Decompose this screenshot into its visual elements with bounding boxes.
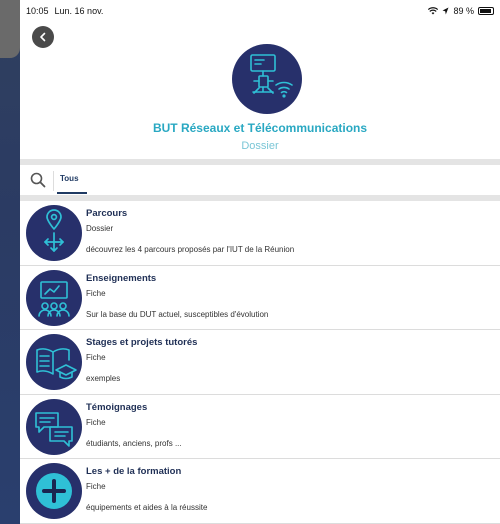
item-type: Fiche [86,353,106,362]
item-description: découvrez les 4 parcours proposés par l'… [86,245,295,254]
list-item-stages[interactable]: Stages et projets tutorés Fiche exemples [20,330,500,395]
book-graduation-icon [26,334,82,390]
item-title: Stages et projets tutorés [86,337,198,348]
background-strip [0,0,20,58]
item-title: Parcours [86,208,128,219]
tab-active-indicator [57,192,87,194]
back-button[interactable] [32,26,54,48]
item-description: étudiants, anciens, profs ... [86,438,182,448]
page-title: BUT Réseaux et Télécommunications [152,121,368,135]
item-description: équipements et aides à la réussite [86,503,208,512]
app-screen: 10:05 Lun. 16 nov. 89 % BUT Réseaux et T… [20,0,500,524]
content-list: Parcours Dossier découvrez les 4 parcour… [20,201,500,524]
status-bar: 10:05 Lun. 16 nov. 89 % [20,0,500,22]
status-time: 10:05 [26,6,49,16]
item-type: Fiche [86,288,106,298]
classroom-icon [26,269,82,326]
list-item-plus-formation[interactable]: Les + de la formation Fiche équipements … [20,459,500,524]
plus-circle-icon [26,463,82,519]
item-description: Sur la base du DUT actuel, susceptibles … [86,309,269,319]
list-item-enseignements[interactable]: Enseignements Fiche Sur la base du DUT a… [20,266,500,330]
status-right: 89 % [428,6,494,16]
search-icon[interactable] [30,172,46,188]
item-type: Fiche [86,417,106,427]
status-left: 10:05 Lun. 16 nov. [26,6,103,16]
battery-percent: 89 % [453,6,474,16]
item-type: Dossier [86,224,114,233]
wifi-icon [428,7,439,15]
location-arrows-icon [26,205,82,261]
item-title: Les + de la formation [86,466,182,477]
list-item-temoignages[interactable]: Témoignages Fiche étudiants, anciens, pr… [20,395,500,459]
list-item-parcours[interactable]: Parcours Dossier découvrez les 4 parcour… [20,201,500,266]
location-arrow-icon [442,7,449,15]
item-description: exemples [86,374,121,383]
page-subtitle: Dossier [241,140,279,152]
tab-tous[interactable]: Tous [60,174,79,183]
chat-bubbles-icon [26,398,82,455]
chevron-left-icon [40,32,46,42]
network-device-icon [232,44,302,114]
item-title: Enseignements [86,272,157,284]
item-type: Fiche [86,482,106,491]
toolbar-divider [53,171,54,191]
battery-icon [478,7,494,15]
item-title: Témoignages [86,401,148,413]
background-left [0,0,20,524]
status-date: Lun. 16 nov. [54,6,104,16]
filter-toolbar: Tous [20,165,500,195]
